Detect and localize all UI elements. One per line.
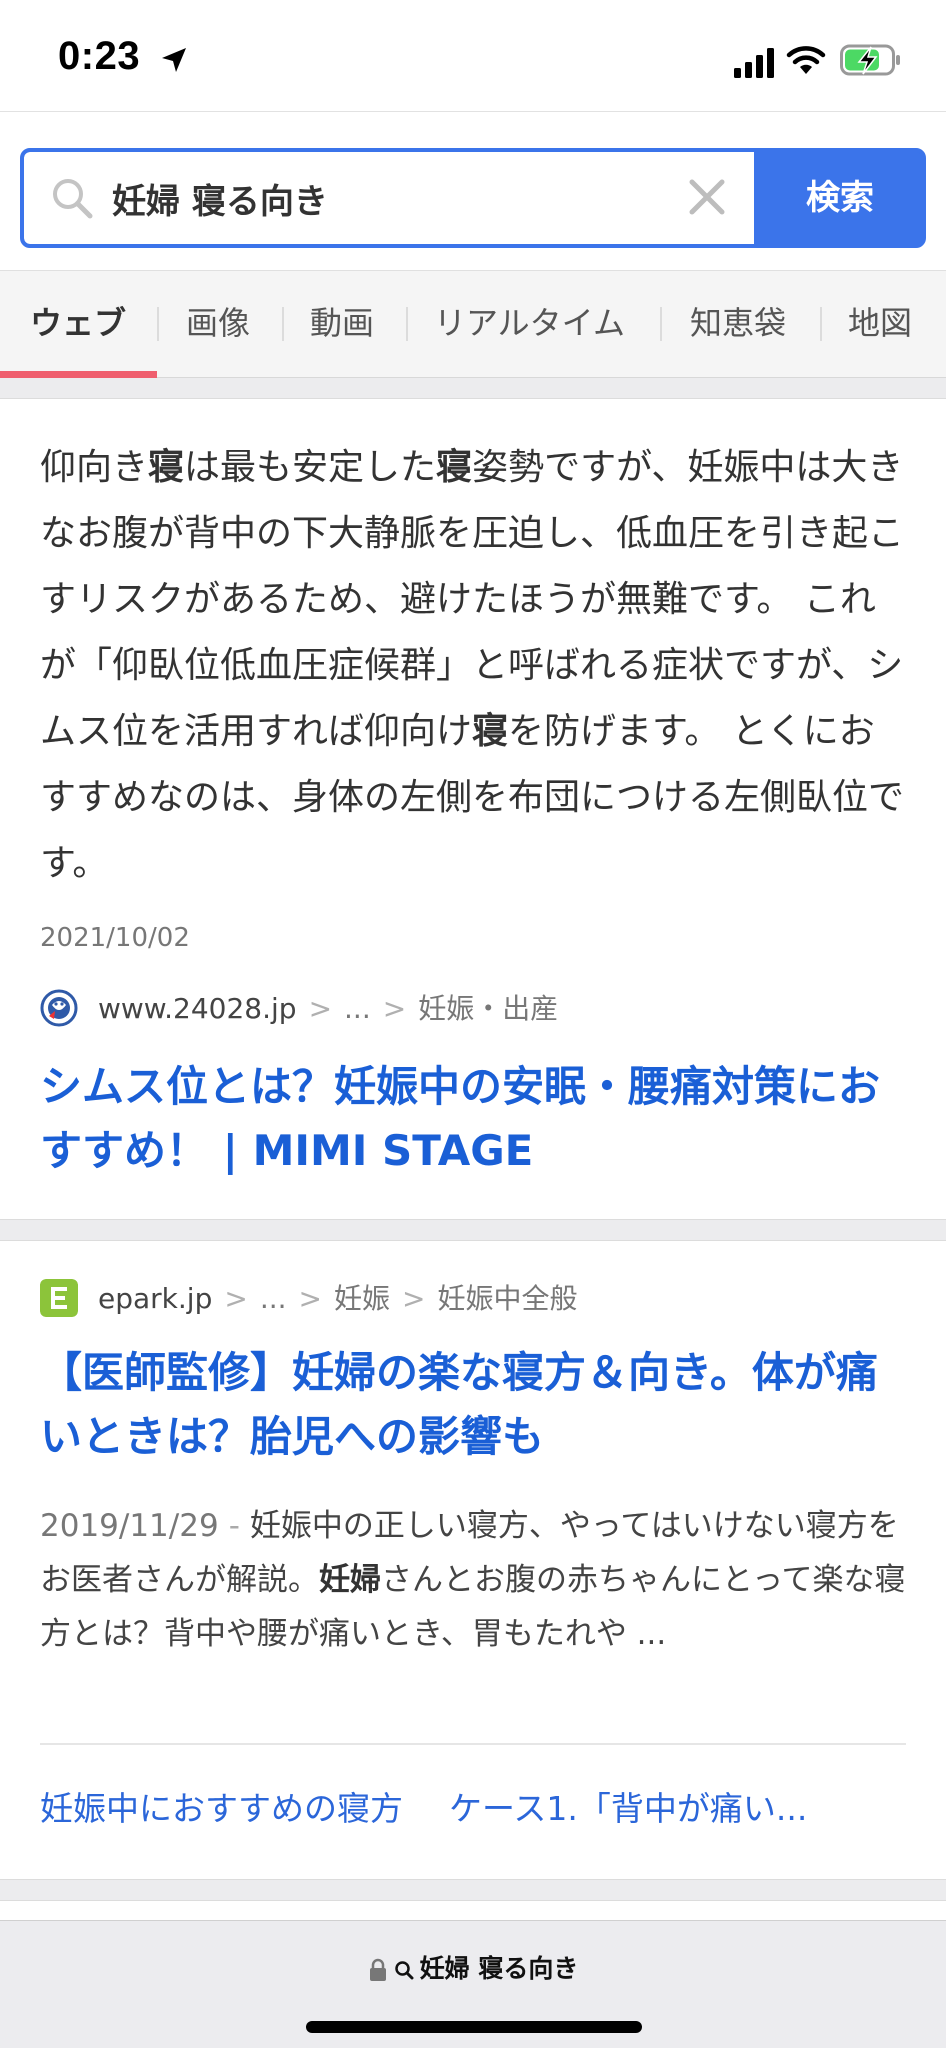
address-display[interactable]: 妊婦 寝る向き	[0, 1951, 946, 1987]
address-text: 妊婦 寝る向き	[419, 1954, 579, 1983]
crumb-separator: >	[308, 992, 333, 1025]
search-tabs: ウェブ 画像 動画 リアルタイム 知恵袋 地図	[0, 270, 946, 378]
snippet-segment: は最も安定した	[184, 447, 437, 488]
site-favicon-icon	[40, 989, 78, 1027]
cellular-signal-icon	[734, 48, 774, 78]
search-input[interactable]	[112, 168, 672, 228]
result-source[interactable]: www.24028.jp >... > 妊娠・出産	[40, 989, 906, 1029]
search-area: 検索	[0, 112, 946, 270]
active-tab-indicator	[0, 371, 157, 378]
status-bar: 0:23	[0, 0, 946, 112]
lock-icon	[369, 1958, 386, 1981]
crumb-item: 妊娠・出産	[418, 992, 559, 1025]
sublink[interactable]: 妊娠中におすすめの寝方	[40, 1789, 403, 1828]
snippet-dash: -	[228, 1508, 240, 1544]
crumb-separator: >	[298, 1282, 322, 1315]
status-time: 0:23	[58, 34, 141, 78]
crumb-separator: >	[224, 1282, 248, 1315]
crumb-domain: www.24028.jp	[98, 992, 297, 1025]
battery-charging-icon	[840, 44, 900, 76]
wifi-icon	[786, 46, 826, 74]
result-title-link[interactable]: シムス位とは？妊娠中の安眠・腰痛対策におすすめ！ | MIMI STAGE	[40, 1055, 906, 1183]
crumb-item: 妊娠	[333, 1282, 390, 1315]
tab-separator	[157, 307, 159, 341]
breadcrumb: www.24028.jp >... > 妊娠・出産	[98, 989, 558, 1029]
crumb-item: ...	[259, 1282, 287, 1315]
tab-separator	[406, 307, 408, 341]
sublink[interactable]: ケース1.「背中が痛い...	[449, 1789, 807, 1828]
search-result-card: epark.jp >... > 妊娠 > 妊娠中全般 【医師監修】妊婦の楽な寝方＆向き。体…	[0, 1240, 946, 1880]
search-box: 検索	[20, 148, 926, 248]
site-favicon-icon	[40, 1279, 78, 1317]
snippet-highlight: 寝	[472, 711, 509, 752]
crumb-domain: epark.jp	[98, 1282, 213, 1315]
search-icon	[53, 179, 93, 219]
browser-address-bar[interactable]: 妊婦 寝る向き	[0, 1920, 946, 2048]
crumb-item: ...	[344, 992, 371, 1025]
search-field	[24, 152, 754, 244]
result-source[interactable]: epark.jp >... > 妊娠 > 妊娠中全般	[40, 1279, 906, 1319]
tab-images[interactable]: 画像	[186, 271, 250, 377]
crumb-item: 妊娠中全般	[437, 1282, 578, 1315]
crumb-separator: >	[382, 992, 407, 1025]
search-button[interactable]: 検索	[754, 152, 922, 244]
result-date: 2021/10/02	[40, 923, 190, 953]
tab-videos[interactable]: 動画	[310, 271, 374, 377]
tab-separator	[660, 307, 662, 341]
tab-chiebukuro[interactable]: 知恵袋	[690, 271, 786, 377]
featured-snippet-card: 仰向き寝は最も安定した寝姿勢ですが、妊娠中は大きなお腹が背中の下大静脈を圧迫し、…	[0, 398, 946, 1220]
tab-web[interactable]: ウェブ	[30, 271, 126, 377]
snippet-segment: 姿勢ですが、妊娠中は大きなお腹が背中の下大静脈を圧迫し、低血圧を引き起こすリスク…	[40, 447, 905, 752]
divider	[40, 1743, 906, 1745]
tab-realtime[interactable]: リアルタイム	[434, 271, 625, 377]
tab-maps[interactable]: 地図	[848, 271, 912, 377]
breadcrumb: epark.jp >... > 妊娠 > 妊娠中全般	[98, 1279, 577, 1319]
result-title-link[interactable]: 【医師監修】妊婦の楽な寝方＆向き。体が痛いときは？胎児への影響も	[40, 1341, 906, 1469]
result-snippet: 2019/11/29- 妊娠中の正しい寝方、やってはいけない寝方をお医者さんが解説…	[40, 1499, 906, 1661]
clear-icon[interactable]	[686, 176, 728, 218]
snippet-segment: 仰向き	[40, 447, 149, 488]
snippet-highlight: 寝	[436, 447, 473, 488]
home-indicator	[306, 2021, 642, 2033]
location-arrow-icon	[162, 48, 186, 72]
result-sublinks: 妊娠中におすすめの寝方 ケース1.「背中が痛い...	[40, 1779, 906, 1839]
result-date: 2019/11/29	[40, 1508, 219, 1544]
tab-separator	[820, 307, 822, 341]
snippet-highlight: 寝	[148, 447, 185, 488]
snippet-highlight: 妊婦	[319, 1562, 381, 1598]
search-icon	[394, 1961, 414, 1980]
crumb-separator: >	[402, 1282, 426, 1315]
featured-snippet-text: 仰向き寝は最も安定した寝姿勢ですが、妊娠中は大きなお腹が背中の下大静脈を圧迫し、…	[40, 435, 906, 897]
tab-separator	[282, 307, 284, 341]
